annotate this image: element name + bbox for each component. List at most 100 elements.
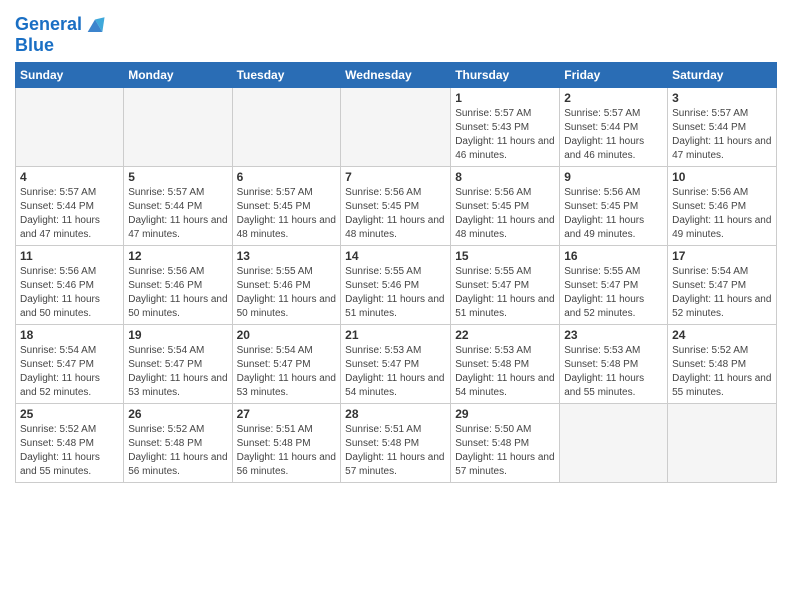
header-cell-monday: Monday [124,62,232,87]
header-cell-thursday: Thursday [451,62,560,87]
day-cell: 15 Sunrise: 5:55 AMSunset: 5:47 PMDayligh… [451,245,560,324]
day-cell: 14 Sunrise: 5:55 AMSunset: 5:46 PMDayligh… [341,245,451,324]
day-cell: 11 Sunrise: 5:56 AMSunset: 5:46 PMDayligh… [16,245,124,324]
day-info: Sunrise: 5:55 AMSunset: 5:46 PMDaylight:… [345,265,446,321]
day-cell: 27 Sunrise: 5:51 AMSunset: 5:48 PMDayligh… [232,403,341,482]
page: General Blue SundayMondayTuesdayWednesda… [0,0,792,493]
day-cell: 21 Sunrise: 5:53 AMSunset: 5:47 PMDayligh… [341,324,451,403]
day-cell: 22 Sunrise: 5:53 AMSunset: 5:48 PMDayligh… [451,324,560,403]
day-cell [560,403,668,482]
day-cell: 12Sunrise: 5:56 AMSunset: 5:46 PMDayligh… [124,245,232,324]
day-number: 29 [455,407,555,421]
day-cell: 26 Sunrise: 5:52 AMSunset: 5:48 PMDayligh… [124,403,232,482]
day-cell: 29 Sunrise: 5:50 AMSunset: 5:48 PMDayligh… [451,403,560,482]
header-cell-tuesday: Tuesday [232,62,341,87]
day-info: Sunrise: 5:54 AMSunset: 5:47 PMDaylight:… [672,265,772,321]
day-info: Sunrise: 5:57 AMSunset: 5:45 PMDaylight:… [237,186,337,242]
day-cell: 13 Sunrise: 5:55 AMSunset: 5:46 PMDayligh… [232,245,341,324]
day-cell [16,87,124,166]
day-number: 10 [672,170,772,184]
week-row-4: 18 Sunrise: 5:54 AMSunset: 5:47 PMDayligh… [16,324,777,403]
day-info: Sunrise: 5:52 AMSunset: 5:48 PMDaylight:… [20,423,119,479]
day-number: 27 [237,407,337,421]
day-cell [232,87,341,166]
day-cell: 8 Sunrise: 5:56 AMSunset: 5:45 PMDaylight… [451,166,560,245]
day-number: 13 [237,249,337,263]
day-info: Sunrise: 5:57 AMSunset: 5:44 PMDaylight:… [672,107,772,163]
day-info: Sunrise: 5:53 AMSunset: 5:48 PMDaylight:… [455,344,555,400]
day-info: Sunrise: 5:57 AMSunset: 5:43 PMDaylight:… [455,107,555,163]
day-info: Sunrise: 5:56 AMSunset: 5:46 PMDaylight:… [672,186,772,242]
day-number: 22 [455,328,555,342]
day-number: 28 [345,407,446,421]
day-info: Sunrise: 5:53 AMSunset: 5:47 PMDaylight:… [345,344,446,400]
day-number: 3 [672,91,772,105]
logo-text-line1: General [15,15,82,35]
day-number: 20 [237,328,337,342]
day-number: 7 [345,170,446,184]
day-info: Sunrise: 5:51 AMSunset: 5:48 PMDaylight:… [345,423,446,479]
day-info: Sunrise: 5:53 AMSunset: 5:48 PMDaylight:… [564,344,663,400]
day-number: 8 [455,170,555,184]
day-info: Sunrise: 5:50 AMSunset: 5:48 PMDaylight:… [455,423,555,479]
header-cell-wednesday: Wednesday [341,62,451,87]
day-number: 2 [564,91,663,105]
day-info: Sunrise: 5:55 AMSunset: 5:47 PMDaylight:… [455,265,555,321]
day-info: Sunrise: 5:52 AMSunset: 5:48 PMDaylight:… [672,344,772,400]
day-cell: 18 Sunrise: 5:54 AMSunset: 5:47 PMDayligh… [16,324,124,403]
day-cell: 28 Sunrise: 5:51 AMSunset: 5:48 PMDayligh… [341,403,451,482]
logo-text-line2: Blue [15,36,106,56]
day-number: 6 [237,170,337,184]
day-number: 11 [20,249,119,263]
day-info: Sunrise: 5:57 AMSunset: 5:44 PMDaylight:… [128,186,227,242]
day-number: 9 [564,170,663,184]
week-row-5: 25 Sunrise: 5:52 AMSunset: 5:48 PMDayligh… [16,403,777,482]
week-row-3: 11 Sunrise: 5:56 AMSunset: 5:46 PMDayligh… [16,245,777,324]
day-cell: 10 Sunrise: 5:56 AMSunset: 5:46 PMDayligh… [668,166,777,245]
header-row: SundayMondayTuesdayWednesdayThursdayFrid… [16,62,777,87]
day-number: 1 [455,91,555,105]
day-cell [124,87,232,166]
day-cell: 23 Sunrise: 5:53 AMSunset: 5:48 PMDayligh… [560,324,668,403]
calendar-table: SundayMondayTuesdayWednesdayThursdayFrid… [15,62,777,483]
header-cell-friday: Friday [560,62,668,87]
day-info: Sunrise: 5:56 AMSunset: 5:45 PMDaylight:… [345,186,446,242]
day-number: 12 [128,249,227,263]
day-number: 17 [672,249,772,263]
day-info: Sunrise: 5:51 AMSunset: 5:48 PMDaylight:… [237,423,337,479]
day-number: 18 [20,328,119,342]
day-cell: 17 Sunrise: 5:54 AMSunset: 5:47 PMDayligh… [668,245,777,324]
week-row-2: 4Sunrise: 5:57 AMSunset: 5:44 PMDaylight… [16,166,777,245]
day-cell: 9 Sunrise: 5:56 AMSunset: 5:45 PMDaylight… [560,166,668,245]
day-number: 25 [20,407,119,421]
header: General Blue [15,10,777,56]
day-info: Sunrise: 5:54 AMSunset: 5:47 PMDaylight:… [128,344,227,400]
day-cell: 19Sunrise: 5:54 AMSunset: 5:47 PMDayligh… [124,324,232,403]
day-info: Sunrise: 5:54 AMSunset: 5:47 PMDaylight:… [20,344,119,400]
header-cell-sunday: Sunday [16,62,124,87]
day-info: Sunrise: 5:52 AMSunset: 5:48 PMDaylight:… [128,423,227,479]
day-number: 23 [564,328,663,342]
day-cell: 3 Sunrise: 5:57 AMSunset: 5:44 PMDaylight… [668,87,777,166]
day-cell: 1 Sunrise: 5:57 AMSunset: 5:43 PMDaylight… [451,87,560,166]
day-number: 16 [564,249,663,263]
header-cell-saturday: Saturday [668,62,777,87]
day-number: 15 [455,249,555,263]
day-cell [668,403,777,482]
day-number: 26 [128,407,227,421]
calendar-header: SundayMondayTuesdayWednesdayThursdayFrid… [16,62,777,87]
day-number: 24 [672,328,772,342]
day-info: Sunrise: 5:57 AMSunset: 5:44 PMDaylight:… [564,107,663,163]
logo-icon [84,14,106,36]
day-number: 14 [345,249,446,263]
day-number: 21 [345,328,446,342]
day-info: Sunrise: 5:56 AMSunset: 5:45 PMDaylight:… [455,186,555,242]
day-cell [341,87,451,166]
day-info: Sunrise: 5:56 AMSunset: 5:46 PMDaylight:… [20,265,119,321]
week-row-1: 1 Sunrise: 5:57 AMSunset: 5:43 PMDaylight… [16,87,777,166]
day-cell: 25 Sunrise: 5:52 AMSunset: 5:48 PMDayligh… [16,403,124,482]
day-info: Sunrise: 5:55 AMSunset: 5:46 PMDaylight:… [237,265,337,321]
day-info: Sunrise: 5:56 AMSunset: 5:45 PMDaylight:… [564,186,663,242]
day-cell: 7 Sunrise: 5:56 AMSunset: 5:45 PMDaylight… [341,166,451,245]
day-cell: 4Sunrise: 5:57 AMSunset: 5:44 PMDaylight… [16,166,124,245]
